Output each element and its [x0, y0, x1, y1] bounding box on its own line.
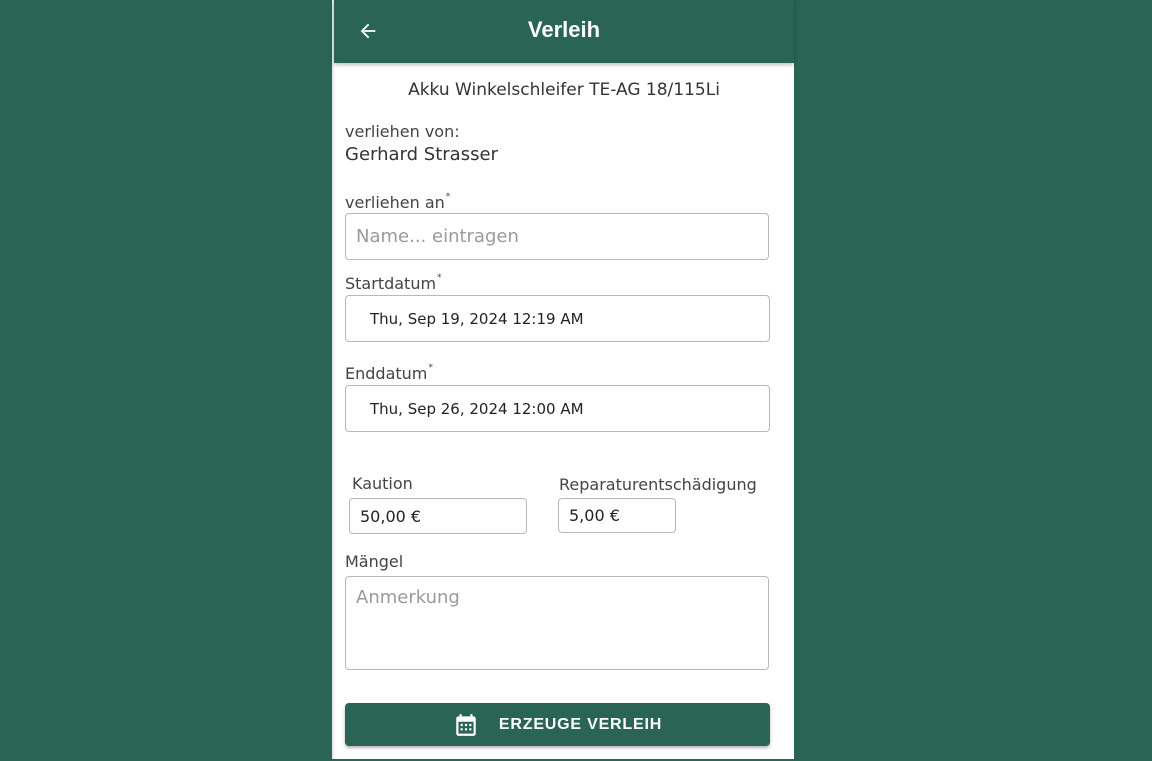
required-mark: *	[445, 192, 451, 202]
app-bar: Verleih	[334, 0, 794, 63]
lender-label: verliehen von:	[345, 122, 460, 141]
start-date-field[interactable]: Thu, Sep 19, 2024 12:19 AM	[345, 295, 770, 342]
calendar-icon	[456, 713, 476, 736]
end-date-label: Enddatum*	[345, 363, 433, 383]
deposit-input[interactable]: 50,00 €	[349, 498, 527, 534]
defects-label: Mängel	[345, 552, 404, 571]
lender-name: Gerhard Strasser	[345, 144, 498, 165]
borrower-input[interactable]	[345, 213, 769, 260]
required-mark: *	[437, 273, 442, 283]
app-screen: Verleih Akku Winkelschleifer TE-AG 18/11…	[332, 0, 794, 759]
page-title: Verleih	[527, 17, 601, 42]
item-name: Akku Winkelschleifer TE-AG 18/115Li	[408, 80, 720, 100]
repair-fee-input[interactable]: 5,00 €	[558, 498, 676, 533]
create-rental-label: ERZEUGE VERLEIH	[498, 715, 663, 733]
start-date-label: Startdatum*	[345, 273, 442, 293]
borrower-label: verliehen an*	[345, 192, 451, 212]
defects-textarea[interactable]	[345, 576, 769, 670]
required-mark: *	[428, 363, 433, 373]
create-rental-button[interactable]: ERZEUGE VERLEIH	[345, 703, 770, 746]
repair-fee-label: Reparaturentschädigung	[559, 475, 757, 494]
deposit-label: Kaution	[352, 474, 413, 493]
end-date-field[interactable]: Thu, Sep 26, 2024 12:00 AM	[345, 385, 770, 432]
